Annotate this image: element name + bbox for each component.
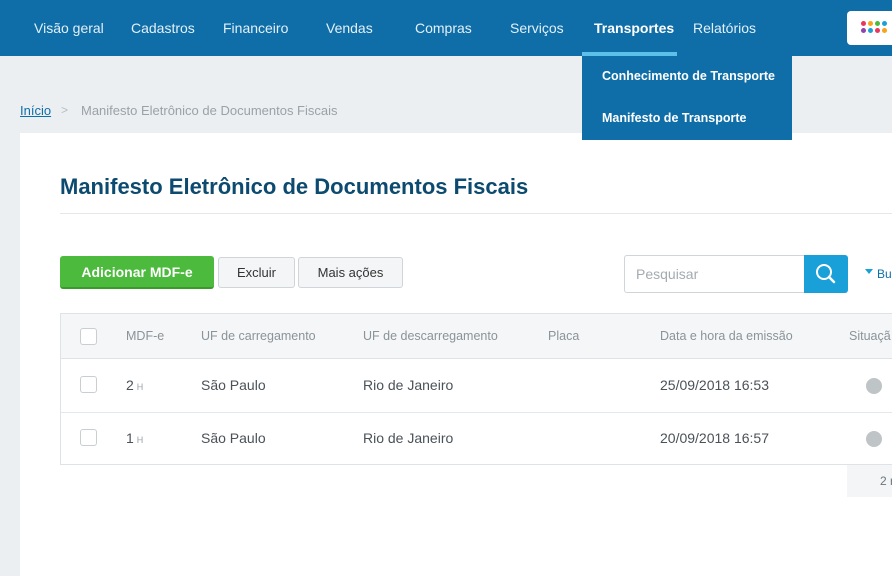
cell-data-emissao: 20/09/2018 16:57 bbox=[660, 430, 769, 446]
apps-button[interactable] bbox=[847, 11, 892, 45]
table-row[interactable]: 1H São Paulo Rio de Janeiro 20/09/2018 1… bbox=[61, 412, 892, 465]
cell-mdfe-number: 2H bbox=[126, 377, 143, 393]
more-actions-button[interactable]: Mais ações bbox=[298, 257, 403, 288]
search-input[interactable] bbox=[624, 255, 806, 293]
row-checkbox[interactable] bbox=[80, 376, 97, 393]
cell-uf-descarregamento: Rio de Janeiro bbox=[363, 430, 454, 446]
column-header-uf-descarregamento[interactable]: UF de descarregamento bbox=[363, 329, 498, 343]
caret-down-icon[interactable] bbox=[865, 269, 873, 274]
column-header-mdfe[interactable]: MDF-e bbox=[126, 329, 164, 343]
nav-item-relatorios[interactable]: Relatórios bbox=[693, 0, 756, 56]
cell-uf-carregamento: São Paulo bbox=[201, 430, 266, 446]
nav-item-financeiro[interactable]: Financeiro bbox=[223, 0, 288, 56]
menu-item-conhecimento-transporte[interactable]: Conhecimento de Transporte bbox=[602, 69, 775, 83]
add-mdfe-button[interactable]: Adicionar MDF-e bbox=[60, 256, 214, 289]
nav-item-compras[interactable]: Compras bbox=[415, 0, 472, 56]
cell-data-emissao: 25/09/2018 16:53 bbox=[660, 377, 769, 393]
table-row[interactable]: 2H São Paulo Rio de Janeiro 25/09/2018 1… bbox=[61, 359, 892, 412]
mdfe-number: 1 bbox=[126, 430, 134, 446]
breadcrumb-current: Manifesto Eletrônico de Documentos Fisca… bbox=[81, 103, 338, 118]
nav-item-servicos[interactable]: Serviços bbox=[510, 0, 564, 56]
row-checkbox[interactable] bbox=[80, 429, 97, 446]
select-all-checkbox[interactable] bbox=[80, 328, 97, 345]
apps-grid-icon bbox=[861, 21, 887, 35]
breadcrumb-home-link[interactable]: Início bbox=[20, 103, 51, 118]
mdfe-flag: H bbox=[136, 382, 144, 392]
transportes-dropdown: Conhecimento de Transporte Manifesto de … bbox=[582, 56, 792, 140]
cell-mdfe-number: 1H bbox=[126, 430, 143, 446]
status-indicator bbox=[866, 378, 882, 394]
search-button[interactable] bbox=[804, 255, 848, 293]
cell-uf-descarregamento: Rio de Janeiro bbox=[363, 377, 454, 393]
advanced-search-link[interactable]: Bu bbox=[877, 267, 892, 281]
nav-item-visao-geral[interactable]: Visão geral bbox=[34, 0, 104, 56]
mdfe-table: MDF-e UF de carregamento UF de descarreg… bbox=[60, 313, 892, 465]
column-header-data-emissao[interactable]: Data e hora da emissão bbox=[660, 329, 793, 343]
table-header: MDF-e UF de carregamento UF de descarreg… bbox=[61, 314, 892, 359]
column-header-uf-carregamento[interactable]: UF de carregamento bbox=[201, 329, 316, 343]
column-header-situacao[interactable]: Situaçã bbox=[849, 329, 891, 343]
status-indicator bbox=[866, 431, 882, 447]
top-navigation: Visão geral Cadastros Financeiro Vendas … bbox=[0, 0, 892, 56]
cell-uf-carregamento: São Paulo bbox=[201, 377, 266, 393]
mdfe-flag: H bbox=[136, 435, 144, 445]
title-divider bbox=[60, 213, 892, 214]
search-icon bbox=[816, 264, 836, 284]
nav-item-transportes[interactable]: Transportes bbox=[594, 0, 674, 56]
nav-item-vendas[interactable]: Vendas bbox=[326, 0, 373, 56]
pagination-count: 2 r bbox=[880, 474, 892, 488]
delete-button[interactable]: Excluir bbox=[218, 257, 295, 288]
nav-item-cadastros[interactable]: Cadastros bbox=[131, 0, 195, 56]
page-title: Manifesto Eletrônico de Documentos Fisca… bbox=[60, 174, 529, 199]
mdfe-number: 2 bbox=[126, 377, 134, 393]
menu-item-manifesto-transporte[interactable]: Manifesto de Transporte bbox=[602, 111, 746, 125]
breadcrumb-separator: > bbox=[61, 103, 69, 117]
column-header-placa[interactable]: Placa bbox=[548, 329, 579, 343]
